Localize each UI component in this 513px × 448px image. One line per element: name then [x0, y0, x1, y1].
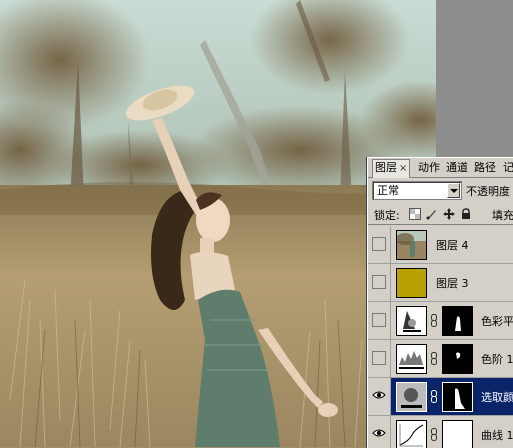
link-icon[interactable] [430, 428, 438, 441]
visibility-toggle[interactable] [368, 226, 391, 263]
visibility-toggle[interactable] [368, 416, 391, 448]
fill-label: 填充 [492, 209, 513, 222]
lock-all-icon[interactable] [460, 208, 472, 220]
layer-name: 色彩平 [481, 315, 513, 328]
lock-label: 锁定: [374, 209, 400, 222]
opacity-label: 不透明度 [466, 185, 510, 198]
tab-paths-label: 路径 [474, 161, 496, 174]
layers-panel: 图层 × 动作 通道 路径 记 正常 不透明度 锁定: 填充 图层 4 图层 3… [367, 157, 513, 448]
curves-icon [399, 424, 424, 447]
tab-layers-label: 图层 [375, 161, 397, 174]
adjustment-thumbnail [396, 382, 427, 412]
adjustment-thumbnail [396, 344, 427, 374]
eye-icon[interactable] [372, 390, 386, 400]
layer-list: 图层 4 图层 3 色彩平 色阶 1 选取颜 曲线 1 [368, 226, 513, 448]
mask-thumbnail [442, 382, 473, 412]
layer-name: 选取颜 [481, 391, 513, 404]
close-icon[interactable]: × [399, 163, 407, 174]
mask-shape-icon [455, 388, 465, 409]
tab-history-label: 记 [503, 161, 513, 174]
hidden-eye-box-icon[interactable] [372, 275, 386, 289]
visibility-toggle[interactable] [368, 302, 391, 339]
selective-color-icon [397, 383, 426, 411]
mask-thumbnail [442, 306, 473, 336]
tab-paths[interactable]: 路径 [472, 160, 498, 176]
layer-row-levels-1[interactable]: 色阶 1 [368, 340, 513, 378]
window-background [436, 0, 513, 160]
layer-row-layer-4[interactable]: 图层 4 [368, 226, 513, 264]
tab-actions-label: 动作 [418, 161, 440, 174]
adjustment-thumbnail [396, 420, 427, 448]
solid-color-thumbnail [396, 268, 427, 298]
adjustment-thumbnail [396, 306, 427, 336]
blend-mode-select[interactable]: 正常 [372, 181, 462, 200]
tab-history[interactable]: 记 [501, 160, 513, 176]
layer-name: 图层 4 [436, 239, 469, 252]
photo-thumbnail-icon [397, 231, 426, 259]
layer-thumbnail [396, 230, 427, 260]
tab-channels-label: 通道 [446, 161, 468, 174]
mask-shape-icon [456, 352, 461, 359]
chevron-down-icon[interactable] [447, 183, 460, 198]
visibility-toggle[interactable] [368, 264, 391, 301]
hidden-eye-box-icon[interactable] [372, 313, 386, 327]
layer-row-selective-color[interactable]: 选取颜 [368, 378, 513, 416]
lock-position-icon[interactable] [443, 208, 455, 220]
mask-thumbnail [442, 420, 473, 448]
lock-row: 锁定: 填充 [368, 204, 513, 225]
visibility-toggle[interactable] [368, 340, 391, 377]
layer-name: 图层 3 [436, 277, 469, 290]
tab-actions[interactable]: 动作 [416, 160, 442, 176]
layer-row-curves-1[interactable]: 曲线 1 [368, 416, 513, 448]
mask-thumbnail [442, 344, 473, 374]
tab-channels[interactable]: 通道 [444, 160, 470, 176]
lock-transparency-icon[interactable] [409, 208, 421, 220]
layer-row-layer-3[interactable]: 图层 3 [368, 264, 513, 302]
layer-name: 曲线 1 [481, 429, 513, 442]
layer-row-color-balance[interactable]: 色彩平 [368, 302, 513, 340]
link-icon[interactable] [430, 314, 438, 327]
mask-shape-icon [455, 316, 461, 331]
link-icon[interactable] [430, 352, 438, 365]
link-icon[interactable] [430, 390, 438, 403]
panel-tabs: 图层 × 动作 通道 路径 记 [368, 158, 513, 178]
eye-icon[interactable] [372, 428, 386, 438]
lock-pixels-icon[interactable] [426, 208, 438, 220]
blend-mode-value: 正常 [377, 184, 399, 197]
tab-layers[interactable]: 图层 × [372, 159, 411, 178]
hidden-eye-box-icon[interactable] [372, 351, 386, 365]
layer-name: 色阶 1 [481, 353, 513, 366]
visibility-toggle[interactable] [368, 378, 391, 415]
blend-mode-row: 正常 不透明度 [368, 179, 513, 201]
hidden-eye-box-icon[interactable] [372, 237, 386, 251]
color-balance-icon [403, 311, 421, 332]
levels-histogram-icon [399, 351, 424, 369]
